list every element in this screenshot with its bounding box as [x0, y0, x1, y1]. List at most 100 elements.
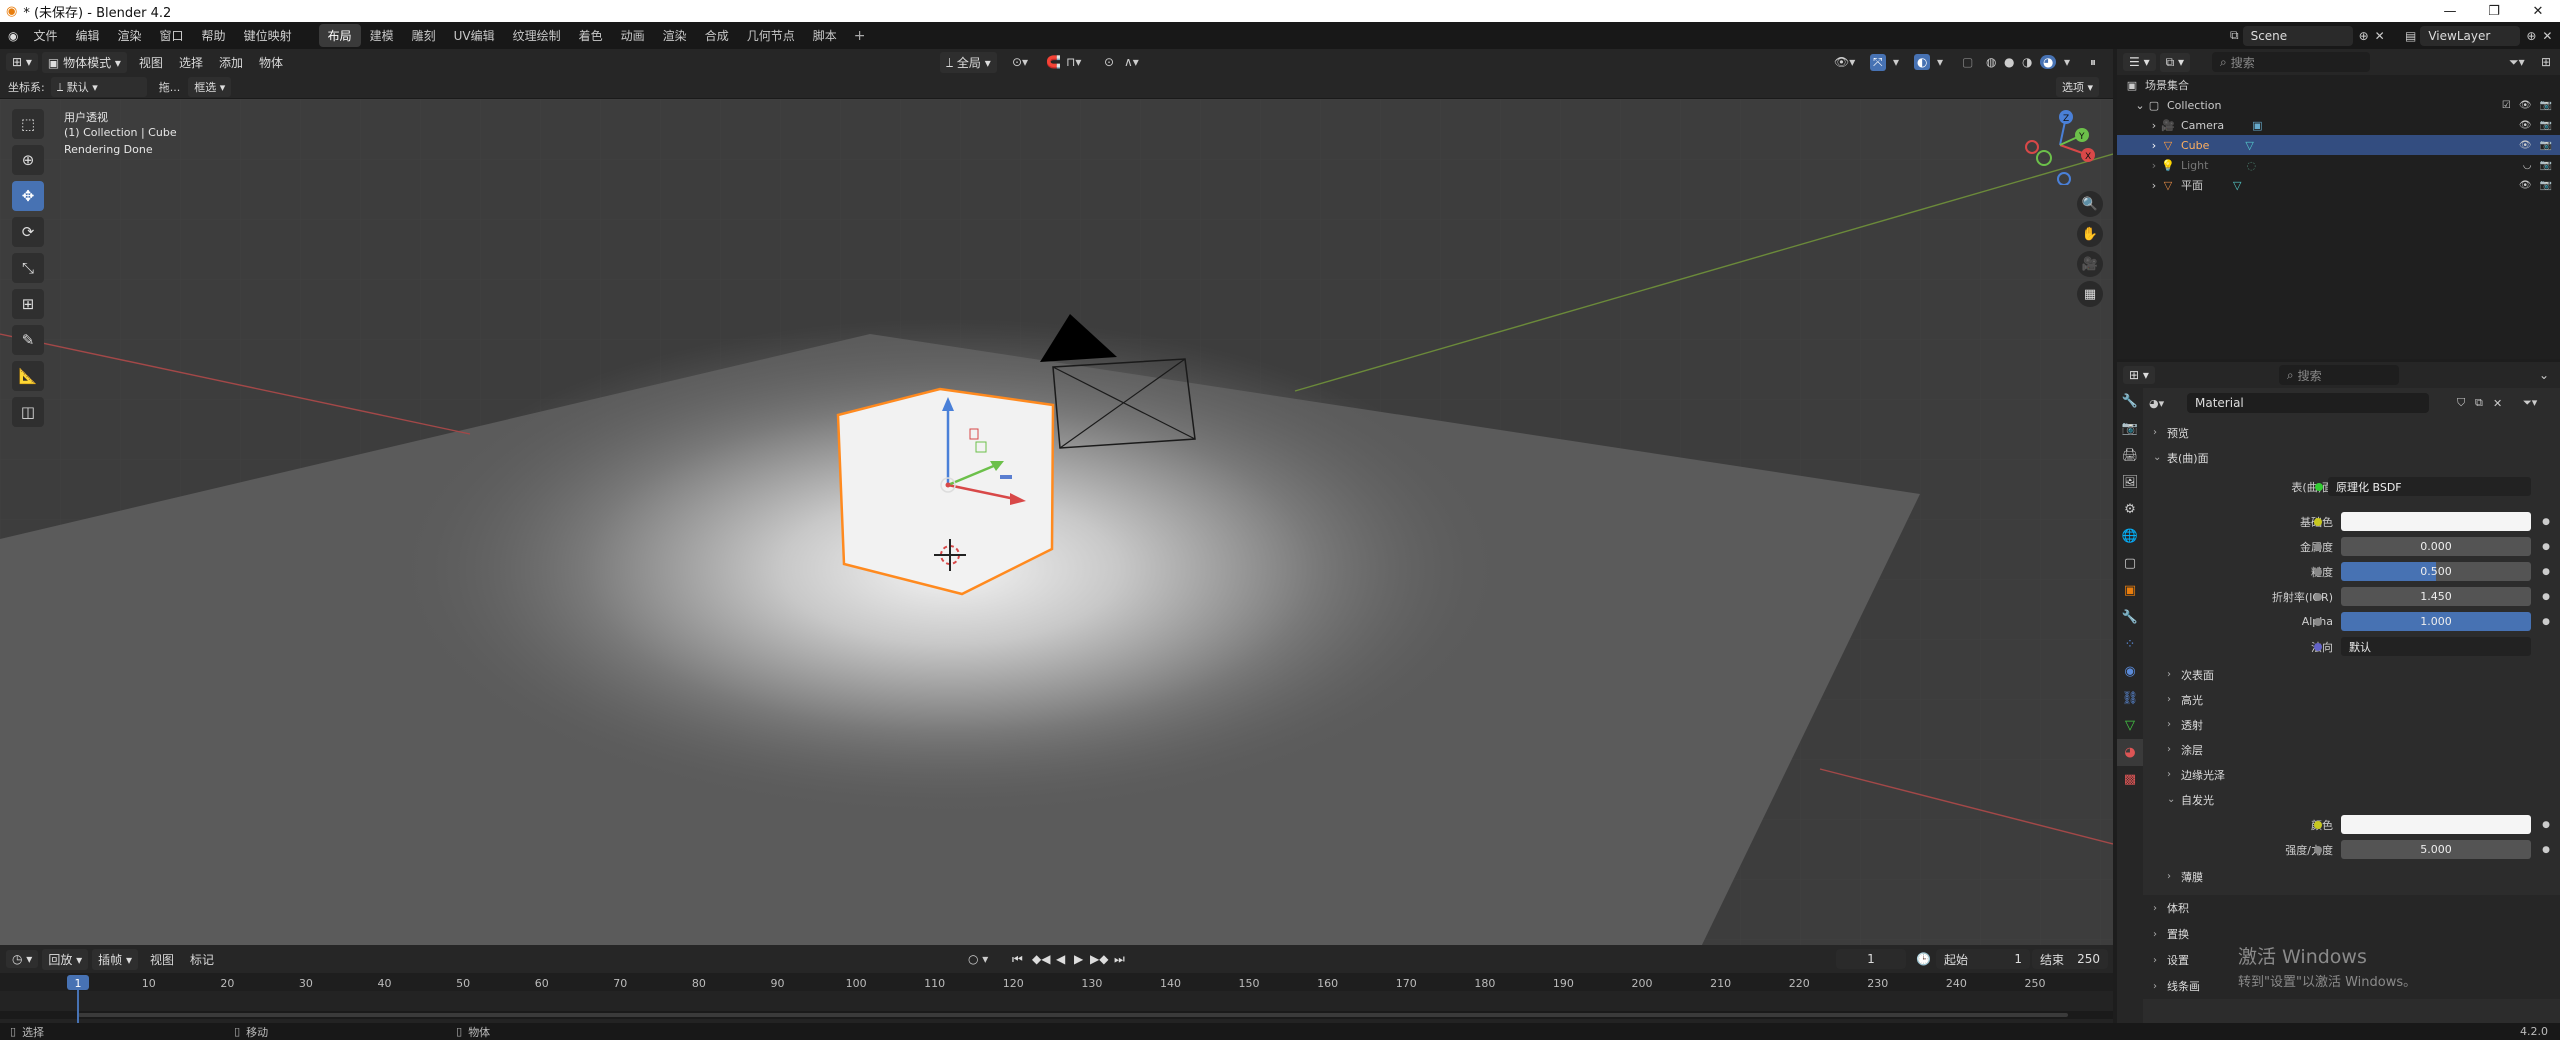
texture-tab-icon[interactable]: ▩	[2117, 766, 2143, 793]
auto-key-icon[interactable]: ○ ▾	[968, 952, 988, 966]
ior-field[interactable]: 1.450	[2341, 587, 2531, 606]
clock-icon[interactable]: 🕒	[1916, 952, 1931, 966]
menu-window[interactable]: 窗口	[151, 27, 193, 44]
view-layer-tab-icon[interactable]: 🖼	[2117, 469, 2143, 496]
tab-modeling[interactable]: 建模	[361, 24, 403, 47]
normal-field[interactable]: 默认	[2341, 637, 2531, 656]
new-collection-icon[interactable]: ⊞	[2541, 55, 2551, 69]
output-tab-icon[interactable]: 🖨	[2117, 442, 2143, 469]
material-name-field[interactable]: Material	[2187, 393, 2429, 413]
keyframe-dot-icon[interactable]: ●	[2542, 517, 2550, 527]
shading-material-icon[interactable]: ◑	[2022, 55, 2032, 69]
subsection-emission[interactable]: ⌄ 自发光	[2143, 787, 2560, 812]
snap-target-icon[interactable]: ⊓▾	[1066, 55, 1081, 69]
properties-editor-type-dropdown[interactable]: ⊞ ▾	[2123, 366, 2155, 384]
tab-sculpting[interactable]: 雕刻	[403, 24, 445, 47]
filter-icon[interactable]: ⏷▾	[2509, 55, 2525, 70]
data-tab-icon[interactable]: ▽	[2117, 712, 2143, 739]
tab-layout[interactable]: 布局	[318, 24, 361, 47]
value-socket-icon[interactable]	[2314, 845, 2322, 854]
checkbox-icon[interactable]: ☑	[2502, 100, 2511, 111]
tool-tab-icon[interactable]: 🔧	[2117, 388, 2143, 415]
gizmo-plane-blue[interactable]	[1000, 475, 1012, 479]
scene-tab-icon[interactable]: ⚙	[2117, 496, 2143, 523]
outliner-collection[interactable]: ⌄ ▢ Collection ☑ 👁 📷	[2117, 95, 2560, 115]
shading-rendered-icon[interactable]: ◕	[2040, 55, 2057, 69]
editor-type-dropdown[interactable]: ⊞ ▾	[6, 53, 38, 71]
collection-tab-icon[interactable]: ▢	[2117, 550, 2143, 577]
menu-add[interactable]: 添加	[211, 54, 251, 71]
particles-tab-icon[interactable]: ⁘	[2117, 631, 2143, 658]
delete-scene-icon[interactable]: ✕	[2375, 29, 2385, 43]
viewlayer-selector[interactable]: ViewLayer	[2420, 25, 2521, 46]
vector-socket-icon[interactable]	[2314, 642, 2322, 651]
outliner-search-input[interactable]: ⌕ 搜索	[2212, 52, 2371, 72]
tab-geometry-nodes[interactable]: 几何节点	[738, 24, 804, 47]
value-socket-icon[interactable]	[2314, 617, 2322, 626]
timeline-scrollbar[interactable]	[78, 1013, 2068, 1017]
emission-strength-field[interactable]: 5.000	[2341, 840, 2531, 859]
color-socket-icon[interactable]	[2314, 820, 2322, 829]
surface-shader-field[interactable]: 原理化 BSDF	[2328, 477, 2531, 496]
modifier-tab-icon[interactable]: 🔧	[2117, 604, 2143, 631]
zoom-icon[interactable]: 🔍	[2077, 191, 2103, 217]
tab-animation[interactable]: 动画	[612, 24, 654, 47]
camera-render-icon[interactable]: 📷	[2540, 120, 2552, 131]
add-workspace-button[interactable]: +	[846, 28, 874, 44]
annotate-tool-icon[interactable]: ✎	[12, 325, 44, 355]
tab-rendering[interactable]: 渲染	[654, 24, 696, 47]
eye-icon[interactable]: 👁	[2519, 140, 2532, 151]
visibility-icon[interactable]: 👁▾	[1834, 55, 1855, 69]
expand-icon[interactable]: ›	[2147, 139, 2161, 152]
outliner-item-cube[interactable]: › ▽ Cube ▽ 👁 📷	[2117, 135, 2560, 155]
menu-keymap[interactable]: 键位映射	[235, 27, 301, 44]
outliner-editor-type-dropdown[interactable]: ☰ ▾	[2123, 53, 2156, 71]
new-viewlayer-icon[interactable]: ⊕	[2526, 29, 2536, 43]
camera-render-icon[interactable]: 📷	[2540, 180, 2552, 191]
duplicate-material-icon[interactable]: ⧉	[2475, 396, 2483, 410]
keyframe-dot-icon[interactable]: ●	[2542, 845, 2550, 855]
marker-menu[interactable]: 标记	[182, 951, 222, 968]
current-frame-field[interactable]: 1	[1836, 949, 1906, 969]
constraints-tab-icon[interactable]: ⛓	[2117, 685, 2143, 712]
delete-viewlayer-icon[interactable]: ✕	[2542, 29, 2552, 43]
transform-orientation-dropdown[interactable]: ⟘ 全局 ▾	[940, 51, 997, 73]
pivot-icon[interactable]: ⊙▾	[1012, 55, 1028, 69]
navigation-gizmo[interactable]: Z X Y	[2020, 105, 2100, 185]
xray-icon[interactable]: ▢	[1962, 55, 1973, 69]
eye-icon[interactable]: 👁	[2519, 180, 2532, 191]
minimize-button[interactable]: —	[2428, 0, 2472, 22]
keyframe-dot-icon[interactable]: ●	[2542, 820, 2550, 830]
expand-icon[interactable]: ›	[2147, 159, 2161, 172]
menu-edit[interactable]: 编辑	[67, 27, 109, 44]
subsection-coat[interactable]: › 涂层	[2143, 737, 2560, 762]
subsection-specular[interactable]: › 高光	[2143, 687, 2560, 712]
close-button[interactable]: ✕	[2516, 0, 2560, 22]
menu-view[interactable]: 视图	[131, 54, 171, 71]
shading-dropdown-icon[interactable]: ▾	[2064, 55, 2070, 69]
outliner-item-plane[interactable]: › ▽ 平面 ▽ 👁 📷	[2117, 175, 2560, 195]
scale-tool-icon[interactable]: ⤡	[12, 253, 44, 283]
subsection-thin-film[interactable]: › 薄膜	[2143, 864, 2560, 889]
unlink-material-icon[interactable]: ✕	[2493, 397, 2502, 410]
section-surface[interactable]: ⌄ 表(曲)面	[2143, 445, 2560, 470]
ortho-grid-icon[interactable]: ▦	[2077, 281, 2103, 307]
outliner-item-camera[interactable]: › 🎥 Camera ▣ 👁 📷	[2117, 115, 2560, 135]
mode-dropdown[interactable]: ▣ 物体模式 ▾	[41, 51, 127, 73]
rotate-tool-icon[interactable]: ⟳	[12, 217, 44, 247]
overlay-dropdown-icon[interactable]: ▾	[1937, 55, 1943, 69]
section-preview[interactable]: › 预览	[2143, 420, 2560, 445]
start-frame-field[interactable]: 起始 1	[1936, 949, 2030, 969]
drag-label[interactable]: 拖...	[159, 79, 181, 95]
keyframe-dot-icon[interactable]: ●	[2542, 567, 2550, 577]
eye-icon[interactable]: 👁	[2519, 120, 2532, 131]
material-filter-icon[interactable]: ⏷▾	[2523, 396, 2537, 410]
move-tool-icon[interactable]: ✥	[12, 181, 44, 211]
keyframe-dot-icon[interactable]: ●	[2542, 617, 2550, 627]
jump-start-icon[interactable]: ⏮	[1012, 952, 1023, 967]
pan-hand-icon[interactable]: ✋	[2077, 221, 2103, 247]
tab-compositing[interactable]: 合成	[696, 24, 738, 47]
gizmo-dropdown-icon[interactable]: ▾	[1893, 55, 1899, 69]
maximize-button[interactable]: ❐	[2472, 0, 2516, 22]
material-sphere-icon[interactable]: ◕▾	[2149, 397, 2164, 410]
